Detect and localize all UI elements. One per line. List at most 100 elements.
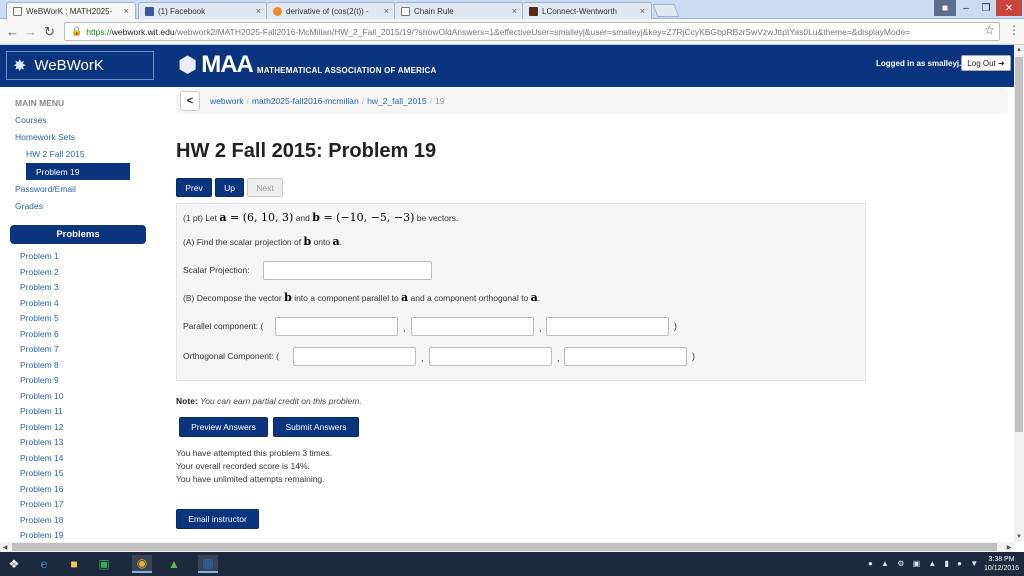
problem-link[interactable]: Problem 11 xyxy=(20,406,63,416)
back-arrow-icon[interactable]: ← xyxy=(6,24,19,39)
close-icon[interactable]: × xyxy=(512,6,517,16)
problem-link[interactable]: Problem 2 xyxy=(20,267,59,277)
minimize-icon[interactable]: – xyxy=(956,0,976,16)
chrome-icon[interactable]: ◉ xyxy=(132,555,152,573)
app-icon[interactable]: ▲ xyxy=(164,555,184,573)
up-button[interactable]: Up xyxy=(215,178,244,197)
sidebar-item-grades[interactable]: Grades xyxy=(15,201,43,211)
parallel-y-input[interactable] xyxy=(411,317,534,336)
scroll-right-icon[interactable]: ▶ xyxy=(1004,542,1014,552)
back-button[interactable]: < xyxy=(180,91,200,111)
problem-link[interactable]: Problem 6 xyxy=(20,329,59,339)
breadcrumb-link[interactable]: math2025-fall2016-mcmillan xyxy=(252,96,359,106)
main-menu-heading: MAIN MENU xyxy=(15,98,65,108)
submit-answers-button[interactable]: Submit Answers xyxy=(273,417,359,437)
browser-toolbar: ← → ↻ 🔒 https://webwork.wit.edu/webwork2… xyxy=(0,19,1024,45)
problem-nav: Prev Up Next xyxy=(176,178,283,197)
internet-explorer-icon[interactable]: e xyxy=(34,555,54,573)
close-icon[interactable]: × xyxy=(256,6,261,16)
sidebar-item-homework-sets[interactable]: Homework Sets xyxy=(15,132,75,142)
parallel-z-input[interactable] xyxy=(546,317,669,336)
masthead: ✸ WeBWorK ⬢ MAA MATHEMATICAL ASSOCIATION… xyxy=(0,45,1014,87)
preview-answers-button[interactable]: Preview Answers xyxy=(179,417,268,437)
forward-arrow-icon[interactable]: → xyxy=(24,24,37,39)
sidebar-item-password-email[interactable]: Password/Email xyxy=(15,184,76,194)
orthogonal-x-input[interactable] xyxy=(293,347,416,366)
page-icon xyxy=(13,6,22,16)
polyhedron-icon: ⬢ xyxy=(178,52,198,77)
problem-link[interactable]: Problem 19 xyxy=(20,530,63,540)
webwork-logo[interactable]: ✸ WeBWorK xyxy=(6,51,154,80)
lock-icon: 🔒 xyxy=(71,26,83,36)
scroll-up-icon[interactable]: ▲ xyxy=(1014,45,1024,55)
problem-link[interactable]: Problem 1 xyxy=(20,251,59,261)
tab-webwork[interactable]: WeBWorK : MATH2025- × xyxy=(6,2,136,19)
horizontal-scrollbar[interactable]: ◀ ▶ xyxy=(0,542,1014,552)
sidebar-item-current-problem[interactable]: Problem 19 xyxy=(26,163,130,180)
part-a-text: (A) Find the scalar projection of b onto… xyxy=(183,235,342,248)
maa-logo[interactable]: ⬢ MAA MATHEMATICAL ASSOCIATION OF AMERIC… xyxy=(178,51,436,79)
problem-link[interactable]: Problem 16 xyxy=(20,484,63,494)
problem-link[interactable]: Problem 3 xyxy=(20,282,59,292)
address-bar[interactable]: 🔒 https://webwork.wit.edu/webwork2/MATH2… xyxy=(64,22,1000,41)
problem-link[interactable]: Problem 14 xyxy=(20,453,63,463)
bookmark-star-icon[interactable]: ☆ xyxy=(984,23,995,37)
breadcrumb-current: 19 xyxy=(435,96,445,106)
next-button[interactable]: Next xyxy=(247,178,283,197)
problem-link[interactable]: Problem 12 xyxy=(20,422,63,432)
scalar-projection-input[interactable] xyxy=(263,261,432,280)
clock[interactable]: 3:38 PM 10/12/2016 xyxy=(984,555,1019,573)
scroll-left-icon[interactable]: ◀ xyxy=(0,542,10,552)
page-title: HW 2 Fall 2015: Problem 19 xyxy=(176,140,437,162)
horizontal-scroll-thumb[interactable] xyxy=(12,543,997,551)
reload-icon[interactable]: ↻ xyxy=(44,24,55,40)
parallel-x-input[interactable] xyxy=(275,317,398,336)
prev-button[interactable]: Prev xyxy=(176,178,212,197)
user-icon[interactable]: ■ xyxy=(934,0,956,16)
vertical-scroll-thumb[interactable] xyxy=(1015,57,1023,432)
email-instructor-button[interactable]: Email instructor xyxy=(176,509,259,529)
problem-link[interactable]: Problem 13 xyxy=(20,437,63,447)
close-icon[interactable]: × xyxy=(384,6,389,16)
close-icon[interactable]: × xyxy=(640,6,645,16)
breadcrumb-trail: webwork / math2025-fall2016-mcmillan / hw_2_… xyxy=(210,96,445,106)
tab-title: WeBWorK : MATH2025- xyxy=(26,6,113,16)
problem-link[interactable]: Problem 18 xyxy=(20,515,63,525)
tab-facebook[interactable]: (1) Facebook × xyxy=(138,2,268,19)
file-explorer-icon[interactable]: ■ xyxy=(64,555,84,573)
problem-box: (1 pt) Let a = (6, 10, 3) and b = (−10, … xyxy=(176,203,866,381)
tab-chain-rule[interactable]: Chain Rule × xyxy=(394,2,524,19)
window-close-icon[interactable]: ✕ xyxy=(996,0,1022,16)
problem-link[interactable]: Problem 17 xyxy=(20,499,63,509)
problem-link[interactable]: Problem 9 xyxy=(20,375,59,385)
new-tab-button[interactable] xyxy=(652,4,680,17)
problem-link[interactable]: Problem 15 xyxy=(20,468,63,478)
breadcrumb-link[interactable]: hw_2_fall_2015 xyxy=(367,96,427,106)
orthogonal-z-input[interactable] xyxy=(564,347,687,366)
sidebar-item-hw-set[interactable]: HW 2 Fall 2015 xyxy=(26,149,85,159)
problem-link[interactable]: Problem 10 xyxy=(20,391,63,401)
sidebar-item-courses[interactable]: Courses xyxy=(15,115,47,125)
orthogonal-y-input[interactable] xyxy=(429,347,552,366)
logout-button[interactable]: Log Out ➜ xyxy=(961,55,1011,71)
windows-start-icon[interactable]: ❖ xyxy=(4,555,24,573)
problem-link[interactable]: Problem 8 xyxy=(20,360,59,370)
problem-link[interactable]: Problem 7 xyxy=(20,344,59,354)
store-icon[interactable]: ▣ xyxy=(94,555,114,573)
webpage: ✸ WeBWorK ⬢ MAA MATHEMATICAL ASSOCIATION… xyxy=(0,45,1014,542)
vertical-scrollbar[interactable]: ▲ ▼ xyxy=(1014,45,1024,542)
problem-link[interactable]: Problem 4 xyxy=(20,298,59,308)
scroll-down-icon[interactable]: ▼ xyxy=(1014,532,1024,542)
scalar-projection-label: Scalar Projection: xyxy=(183,265,250,275)
system-tray[interactable]: ● ▲ ⚙ ▣ ▲ ▮ ● ▼ xyxy=(868,559,981,568)
close-icon[interactable]: × xyxy=(124,6,129,16)
browser-menu-icon[interactable]: ⋮ xyxy=(1008,23,1020,37)
breadcrumb-link[interactable]: webwork xyxy=(210,96,244,106)
tab-lconnect[interactable]: LConnect-Wentworth × xyxy=(522,2,652,19)
tab-title: Chain Rule xyxy=(414,6,454,16)
maximize-icon[interactable]: ❐ xyxy=(976,0,996,16)
tab-derivative[interactable]: derivative of (cos(2(t)) - × xyxy=(266,2,396,19)
sidebar: MAIN MENU Courses Homework Sets HW 2 Fal… xyxy=(0,87,158,542)
word-icon[interactable]: ▦ xyxy=(198,555,218,573)
problem-link[interactable]: Problem 5 xyxy=(20,313,59,323)
